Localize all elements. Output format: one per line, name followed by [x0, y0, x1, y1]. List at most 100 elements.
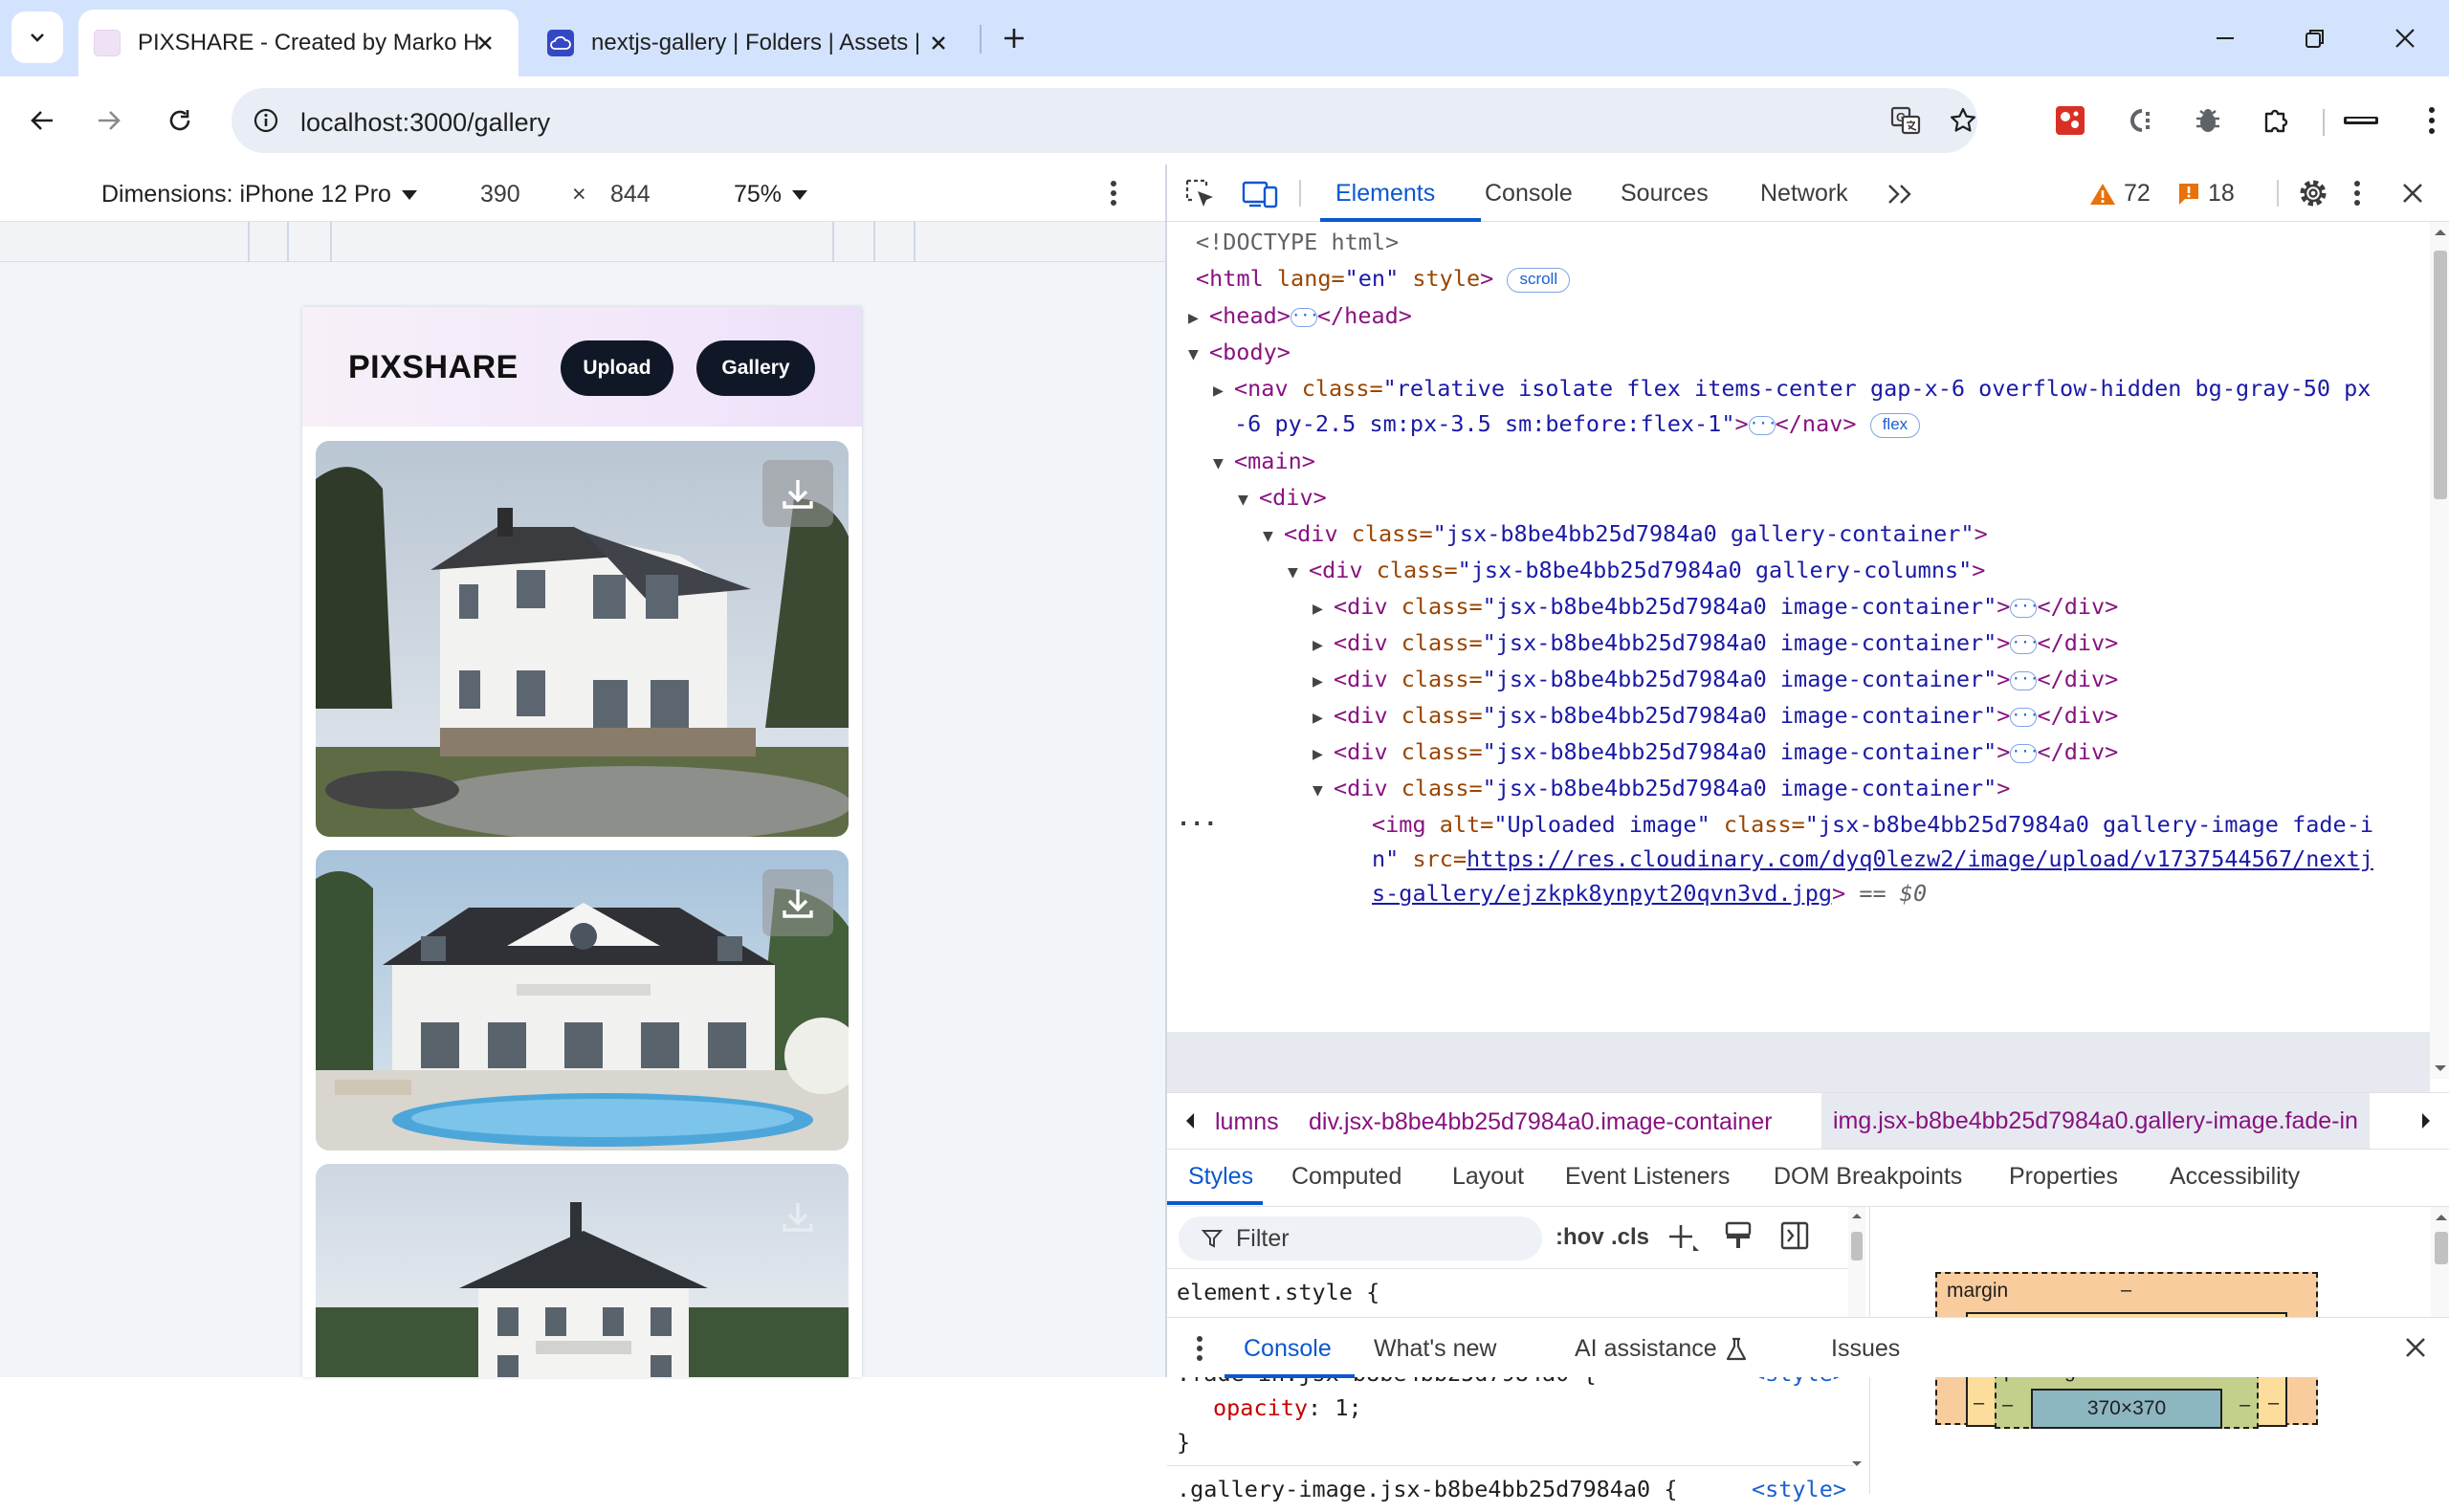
dom-line-nav[interactable]: ▶ <nav class="relative isolate flex items…: [1213, 370, 2371, 406]
gallery-image-3[interactable]: [316, 1164, 849, 1377]
download-button[interactable]: [762, 869, 833, 936]
tab-computed[interactable]: Computed: [1291, 1163, 1401, 1191]
ellipsis-icon[interactable]: ···: [2010, 598, 2039, 618]
ellipsis-icon[interactable]: ···: [2010, 743, 2039, 763]
collapse-triangle-icon[interactable]: ▼: [1213, 446, 1234, 482]
dom-line-image-container[interactable]: ▶ <div class="jsx-b8be4bb25d7984a0 image-…: [1313, 734, 2118, 770]
device-toolbar-more-icon[interactable]: [1110, 180, 1117, 207]
drawer-tab-whats-new[interactable]: What's new: [1374, 1335, 1496, 1363]
dom-line-gallery-columns[interactable]: ▼ <div class="jsx-b8be4bb25d7984a0 galler…: [1288, 552, 1985, 588]
scroll-thumb[interactable]: [2434, 251, 2447, 499]
ellipsis-icon[interactable]: ···: [1748, 415, 1777, 435]
styles-scrollbar[interactable]: [1848, 1207, 1865, 1466]
gallery-image-1[interactable]: [316, 441, 849, 837]
settings-gear-icon[interactable]: [2296, 176, 2330, 210]
forward-button[interactable]: [86, 98, 132, 143]
scroll-up-icon[interactable]: [1848, 1207, 1865, 1224]
rendering-emulation-icon[interactable]: [1724, 1220, 1753, 1251]
dom-line-gallery-container[interactable]: ▼ <div class="jsx-b8be4bb25d7984a0 galler…: [1263, 515, 1988, 552]
close-drawer-icon[interactable]: [2405, 1337, 2426, 1358]
scroll-up-icon[interactable]: [2431, 1207, 2449, 1228]
warnings-counter[interactable]: 72: [2089, 180, 2151, 208]
download-button[interactable]: [762, 460, 833, 527]
tab-event-listeners[interactable]: Event Listeners: [1565, 1163, 1730, 1191]
tab-dom-breakpoints[interactable]: DOM Breakpoints: [1774, 1163, 1962, 1191]
bookmark-star-icon[interactable]: [1944, 101, 1982, 140]
ellipsis-icon[interactable]: ···: [2010, 634, 2039, 654]
height-input[interactable]: 844: [610, 181, 651, 208]
dom-line-img[interactable]: <img alt="Uploaded image" class="jsx-b8b…: [1372, 806, 2373, 843]
box-model-scrollbar[interactable]: [2431, 1207, 2449, 1317]
extensions-puzzle-icon[interactable]: [2254, 98, 2300, 143]
css-property-value[interactable]: : 1;: [1308, 1394, 1362, 1421]
src-link-cont[interactable]: s-gallery/ejzkpk8ynpyt20qvn3vd.jpg: [1372, 880, 1832, 907]
padding-left-value[interactable]: –: [2002, 1394, 2013, 1416]
close-devtools-icon[interactable]: [2401, 182, 2424, 205]
drawer-menu-icon[interactable]: [1196, 1335, 1203, 1362]
breadcrumb-scroll-right-icon[interactable]: [2420, 1112, 2432, 1129]
tab-console[interactable]: Console: [1485, 180, 1573, 208]
scroll-badge[interactable]: scroll: [1507, 267, 1571, 293]
download-button[interactable]: [762, 1183, 833, 1250]
hov-button[interactable]: :hov: [1555, 1224, 1604, 1251]
reload-button[interactable]: [157, 98, 203, 143]
css-property-name[interactable]: opacity: [1213, 1394, 1308, 1421]
zoom-select[interactable]: 75%: [734, 181, 808, 208]
collapse-triangle-icon[interactable]: ▼: [1288, 555, 1309, 591]
tab-styles[interactable]: Styles: [1188, 1163, 1253, 1191]
tab-nextjs-gallery[interactable]: nextjs-gallery | Folders | Assets |: [532, 10, 972, 77]
scroll-up-icon[interactable]: [2430, 222, 2449, 243]
dom-scrollbar[interactable]: [2430, 222, 2449, 1079]
drawer-tab-issues[interactable]: Issues: [1831, 1335, 1900, 1363]
breadcrumb-item[interactable]: lumns: [1215, 1108, 1279, 1136]
ellipsis-icon[interactable]: ···: [2010, 670, 2039, 690]
dom-line-image-container[interactable]: ▶ <div class="jsx-b8be4bb25d7984a0 image-…: [1313, 625, 2118, 661]
scroll-down-icon[interactable]: [2430, 1058, 2449, 1079]
site-info-icon[interactable]: [247, 101, 285, 140]
collapse-triangle-icon[interactable]: ▼: [1313, 773, 1334, 809]
dom-line-doctype[interactable]: <!DOCTYPE html>: [1196, 224, 1399, 260]
tab-layout[interactable]: Layout: [1452, 1163, 1524, 1191]
app-logo[interactable]: PIXSHARE: [348, 349, 518, 386]
profile-icon[interactable]: [2338, 98, 2384, 143]
translate-icon[interactable]: G: [1886, 101, 1925, 140]
width-input[interactable]: 390: [480, 181, 520, 208]
tab-search-button[interactable]: [11, 11, 63, 63]
issues-counter[interactable]: 18: [2177, 180, 2235, 208]
media-query-ruler[interactable]: [0, 222, 1165, 262]
tab-network[interactable]: Network: [1760, 180, 1848, 208]
minimize-button[interactable]: [2196, 13, 2254, 63]
scroll-thumb[interactable]: [2435, 1232, 2448, 1264]
device-toggle-icon[interactable]: [1242, 178, 1278, 210]
address-bar[interactable]: localhost:3000/gallery G: [232, 88, 1977, 153]
breadcrumb-scroll-left-icon[interactable]: [1184, 1112, 1196, 1129]
ellipsis-icon[interactable]: ···: [1290, 307, 1319, 327]
expand-triangle-icon[interactable]: ▶: [1313, 736, 1334, 773]
gallery-image-2[interactable]: [316, 850, 849, 1150]
restore-button[interactable]: [2286, 13, 2344, 63]
dimensions-select[interactable]: Dimensions: iPhone 12 Pro: [101, 181, 418, 208]
flex-badge[interactable]: flex: [1869, 412, 1921, 438]
browser-menu-icon[interactable]: [2409, 98, 2449, 143]
src-link[interactable]: https://res.cloudinary.com/dyq0lezw2/ima…: [1467, 845, 2373, 872]
border-right-value[interactable]: –: [2268, 1392, 2279, 1414]
dom-line-img-cont[interactable]: s-gallery/ejzkpk8ynpyt20qvn3vd.jpg> == $…: [1372, 875, 1927, 911]
expand-triangle-icon[interactable]: ▶: [1313, 627, 1334, 664]
drawer-tab-console[interactable]: Console: [1244, 1335, 1332, 1363]
scroll-down-icon[interactable]: [1848, 1456, 1865, 1473]
expand-triangle-icon[interactable]: ▶: [1313, 700, 1334, 736]
expand-triangle-icon[interactable]: ▶: [1213, 373, 1234, 409]
close-window-button[interactable]: [2376, 13, 2434, 63]
extension-red-icon[interactable]: [2047, 98, 2093, 143]
margin-top-value[interactable]: –: [2121, 1280, 2131, 1302]
dom-line-image-container[interactable]: ▶ <div class="jsx-b8be4bb25d7984a0 image-…: [1313, 588, 2118, 625]
new-tab-button[interactable]: [985, 13, 1043, 63]
collapse-triangle-icon[interactable]: ▼: [1263, 518, 1284, 555]
tab-accessibility[interactable]: Accessibility: [2170, 1163, 2300, 1191]
collapse-triangle-icon[interactable]: ▼: [1238, 482, 1259, 518]
devtools-menu-icon[interactable]: [2353, 180, 2361, 207]
close-tab-icon[interactable]: [924, 29, 953, 57]
tab-pixshare[interactable]: PIXSHARE - Created by Marko H: [78, 10, 518, 77]
tab-properties[interactable]: Properties: [2009, 1163, 2118, 1191]
toggle-sidebar-icon[interactable]: [1779, 1220, 1810, 1251]
